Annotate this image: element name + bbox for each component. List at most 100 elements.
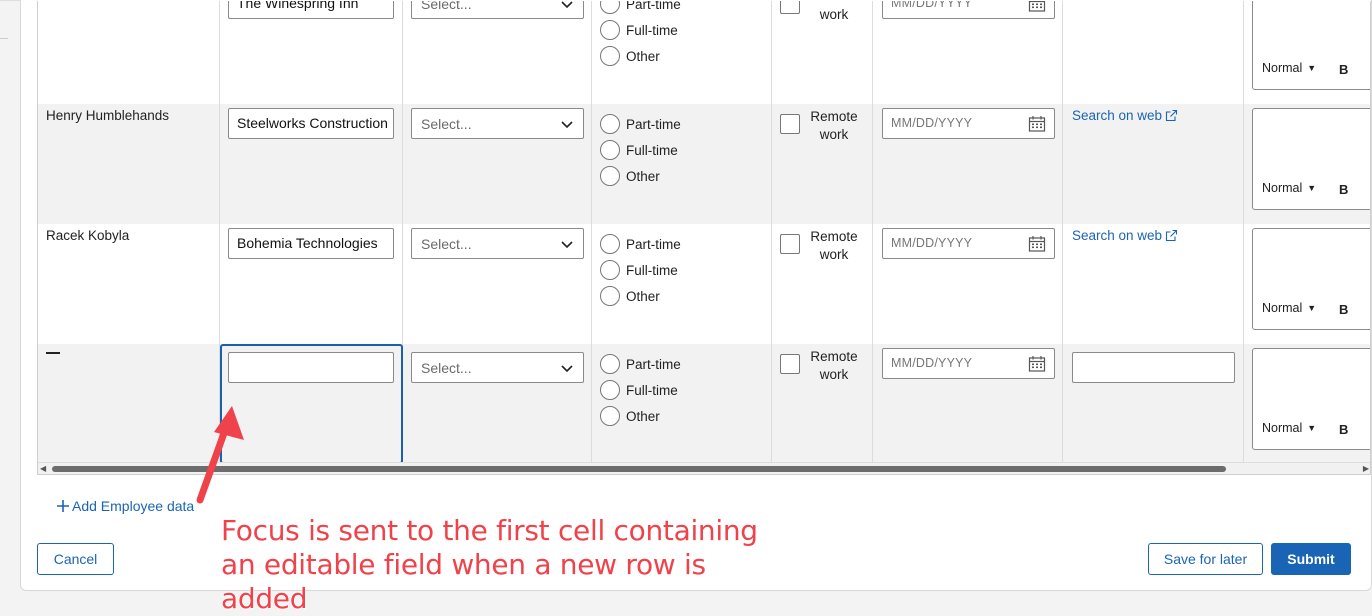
employment-option[interactable]: Full-time [600, 139, 678, 161]
employment-option[interactable]: Other [600, 45, 660, 67]
radio-button[interactable] [600, 166, 620, 186]
text-style-dropdown[interactable]: Normal ▼ [1262, 61, 1316, 75]
select-cell: Select... [403, 224, 592, 344]
radio-button[interactable] [600, 354, 620, 374]
category-select[interactable]: Select... [411, 352, 584, 383]
scroll-left-arrow-icon[interactable]: ◀ [40, 464, 46, 473]
submit-button[interactable]: Submit [1271, 543, 1351, 575]
organization-input[interactable]: Bohemia Technologies [228, 228, 394, 259]
text-style-dropdown[interactable]: Normal ▼ [1262, 181, 1316, 195]
cancel-button[interactable]: Cancel [37, 543, 114, 575]
rich-text-editor[interactable]: Normal ▼ B [1252, 348, 1370, 450]
select-placeholder: Select... [421, 236, 472, 252]
category-select[interactable]: Select... [411, 108, 584, 139]
employment-option-label: Part-time [626, 356, 681, 372]
caret-down-icon: ▼ [1307, 63, 1317, 73]
employment-option-label: Full-time [626, 382, 678, 398]
bold-button[interactable]: B [1339, 422, 1348, 437]
date-input[interactable]: MM/DD/YYYY [882, 228, 1055, 259]
web-link-input[interactable] [1072, 352, 1235, 383]
remote-work-cell: Remote work [772, 104, 873, 224]
radio-button[interactable] [600, 234, 620, 254]
radio-button[interactable] [600, 260, 620, 280]
employment-type-cell: Part-time Full-time Other [592, 224, 772, 344]
radio-button[interactable] [600, 140, 620, 160]
radio-button[interactable] [600, 46, 620, 66]
organization-cell: The Winespring Inn [220, 1, 403, 104]
employment-option-label: Other [626, 48, 660, 64]
employment-option[interactable]: Full-time [600, 19, 678, 41]
employment-option-label: Other [626, 168, 660, 184]
employment-option[interactable]: Part-time [600, 233, 681, 255]
employment-option-label: Other [626, 288, 660, 304]
external-link-icon [1166, 109, 1178, 122]
date-placeholder: MM/DD/YYYY [891, 356, 973, 370]
employee-name-cell: Thom Merrilin [38, 1, 220, 104]
calendar-icon[interactable] [1028, 355, 1046, 373]
search-on-web-label: Search on web [1072, 1, 1162, 3]
employment-option[interactable]: Part-time [600, 113, 681, 135]
employment-option[interactable]: Other [600, 405, 660, 427]
employee-name-cell: Henry Humblehands [38, 104, 220, 224]
bold-button[interactable]: B [1339, 182, 1348, 197]
search-on-web-link[interactable]: Search on web [1072, 108, 1178, 123]
employment-option[interactable]: Full-time [600, 259, 678, 281]
scroll-right-arrow-icon[interactable]: ▶ [1363, 464, 1369, 473]
remote-work-checkbox[interactable] [780, 354, 800, 374]
web-link-cell [1063, 344, 1244, 464]
remote-work-checkbox[interactable] [780, 234, 800, 254]
organization-input[interactable] [228, 352, 394, 383]
web-link-cell: Search on web [1063, 224, 1244, 344]
bold-button[interactable]: B [1339, 302, 1348, 317]
rich-text-editor[interactable]: Normal ▼ B [1252, 108, 1370, 210]
remote-work-checkbox[interactable] [780, 1, 800, 14]
text-style-dropdown[interactable]: Normal ▼ [1262, 301, 1316, 315]
radio-button[interactable] [600, 286, 620, 306]
calendar-icon[interactable] [1028, 1, 1046, 13]
category-select[interactable]: Select... [411, 228, 584, 259]
radio-button[interactable] [600, 114, 620, 134]
select-placeholder: Select... [421, 360, 472, 376]
employee-name-cell: Racek Kobyla [38, 224, 220, 344]
remote-work-checkbox[interactable] [780, 114, 800, 134]
radio-button[interactable] [600, 380, 620, 400]
rich-text-editor[interactable]: Normal ▼ B [1252, 228, 1370, 330]
remote-work-cell: Remote work [772, 344, 873, 464]
employment-option-label: Other [626, 408, 660, 424]
employment-option[interactable]: Other [600, 165, 660, 187]
search-on-web-label: Search on web [1072, 108, 1163, 123]
employment-option[interactable]: Part-time [600, 353, 681, 375]
search-on-web-link[interactable]: Search on web [1072, 228, 1178, 243]
calendar-icon[interactable] [1028, 115, 1046, 133]
employee-name: Henry Humblehands [46, 108, 170, 123]
organization-cell: Steelworks Construction [220, 104, 403, 224]
date-cell: MM/DD/YYYY [873, 104, 1063, 224]
search-on-web-link[interactable]: Search on web [1072, 1, 1178, 3]
text-style-label: Normal [1262, 61, 1303, 75]
date-input[interactable]: MM/DD/YYYY [882, 108, 1055, 139]
save-for-later-button[interactable]: Save for later [1148, 543, 1263, 575]
radio-button[interactable] [600, 20, 620, 40]
date-placeholder: MM/DD/YYYY [891, 1, 973, 10]
notes-cell: Normal ▼ B [1244, 344, 1370, 464]
date-input[interactable]: MM/DD/YYYY [882, 1, 1055, 19]
bold-button[interactable]: B [1339, 62, 1348, 77]
remote-work-label: Remote work [810, 349, 858, 382]
add-employee-data-button[interactable]: Add Employee data [55, 498, 194, 514]
caret-down-icon: ▼ [1307, 423, 1317, 433]
radio-button[interactable] [600, 1, 620, 14]
employment-option-label: Part-time [626, 116, 681, 132]
organization-input[interactable]: The Winespring Inn [228, 1, 394, 19]
date-input[interactable]: MM/DD/YYYY [882, 348, 1055, 379]
calendar-icon[interactable] [1028, 235, 1046, 253]
annotation-callout: Focus is sent to the first cell containi… [221, 514, 759, 616]
employment-option[interactable]: Other [600, 285, 660, 307]
employment-option-label: Full-time [626, 22, 678, 38]
organization-input[interactable]: Steelworks Construction [228, 108, 394, 139]
text-style-dropdown[interactable]: Normal ▼ [1262, 421, 1316, 435]
radio-button[interactable] [600, 406, 620, 426]
employment-option[interactable]: Part-time [600, 1, 681, 15]
employment-option[interactable]: Full-time [600, 379, 678, 401]
rich-text-editor[interactable]: Normal ▼ B [1252, 1, 1370, 90]
category-select[interactable]: Select... [411, 1, 584, 19]
